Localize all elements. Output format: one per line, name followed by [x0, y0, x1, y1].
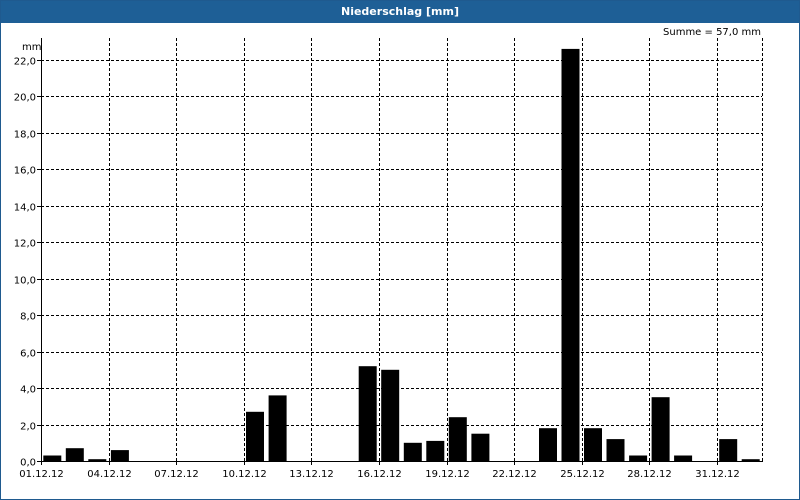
x-tick-label: 19.12.12	[425, 469, 470, 480]
bar	[674, 455, 693, 461]
bar	[471, 433, 490, 461]
bar	[268, 395, 287, 461]
bar	[629, 455, 648, 461]
bar	[110, 450, 129, 461]
bar	[88, 459, 107, 461]
y-axis-unit: mm	[22, 42, 41, 53]
y-tick-label: 18,0	[14, 130, 36, 141]
x-tick-label: 04.12.12	[87, 469, 132, 480]
x-tick-label: 31.12.12	[695, 469, 740, 480]
bar	[448, 417, 467, 461]
bar	[539, 428, 557, 461]
bar	[651, 397, 670, 461]
x-tick-label: 13.12.12	[289, 469, 334, 480]
bar	[584, 428, 602, 461]
y-tick-label: 0,0	[20, 458, 36, 469]
x-tick-label: 10.12.12	[222, 469, 267, 480]
bar	[65, 448, 84, 461]
y-tick-label: 8,0	[20, 312, 36, 323]
x-tick-label: 25.12.12	[560, 469, 605, 480]
y-tick-label: 20,0	[14, 93, 36, 104]
y-tick-label: 12,0	[14, 239, 36, 250]
bar	[43, 455, 62, 461]
x-tick-label: 22.12.12	[492, 469, 537, 480]
x-tick-label: 01.12.12	[19, 469, 64, 480]
bar	[741, 459, 760, 461]
bar	[719, 439, 738, 461]
x-tick-labels: 01.12.12 04.12.12 07.12.12 10.12.12 13.12.12…	[19, 469, 740, 480]
y-tick-label: 10,0	[14, 276, 36, 287]
bar	[358, 366, 377, 461]
bar	[381, 369, 400, 461]
y-tick-label: 4,0	[20, 385, 36, 396]
bar	[403, 442, 422, 461]
y-tick-label: 2,0	[20, 422, 36, 433]
bar	[561, 48, 580, 462]
bar	[426, 440, 445, 461]
bars	[43, 48, 760, 462]
y-tick-label: 6,0	[20, 349, 36, 360]
bar	[246, 411, 264, 461]
x-tick-label: 07.12.12	[154, 469, 199, 480]
y-tick-labels: 0,0 2,0 4,0 6,0 8,0 10,0 12,0 14,0 16,0 18,0 20,0 2…	[14, 57, 36, 469]
x-tick-label: 28.12.12	[627, 469, 672, 480]
y-tick-label: 14,0	[14, 203, 36, 214]
precipitation-chart: 0,0 2,0 4,0 6,0 8,0 10,0 12,0 14,0 16,0 18,0 20,0 2…	[14, 38, 763, 480]
y-tick-label: 22,0	[14, 57, 36, 68]
x-tick-label: 16.12.12	[357, 469, 402, 480]
y-tick-label: 16,0	[14, 166, 36, 177]
bar	[606, 439, 625, 461]
